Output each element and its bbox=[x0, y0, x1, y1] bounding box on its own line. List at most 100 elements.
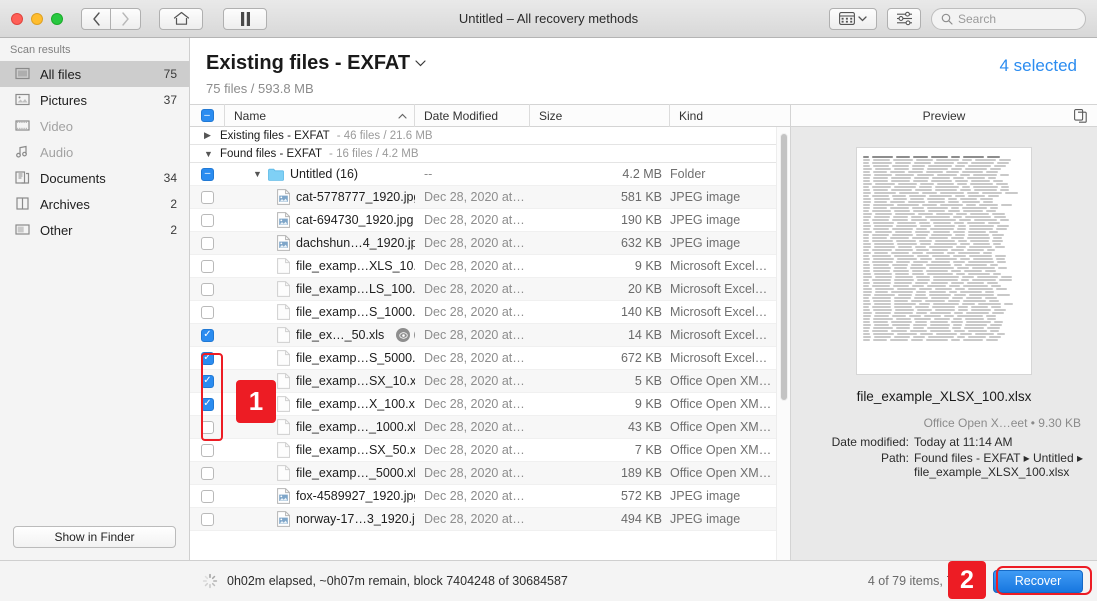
forward-button[interactable] bbox=[111, 8, 141, 30]
row-checkbox-cell[interactable] bbox=[190, 439, 225, 461]
column-header-date-modified[interactable]: Date Modified bbox=[415, 104, 530, 127]
select-all-header-cell[interactable]: – bbox=[190, 104, 225, 127]
search-field[interactable]: Search bbox=[931, 8, 1086, 30]
sidebar-item-video[interactable]: Video bbox=[0, 113, 189, 139]
table-row[interactable]: cat-5778777_1920.jpg Dec 28, 2020 at… 581 … bbox=[190, 186, 790, 209]
thumbnail-cell bbox=[894, 255, 913, 257]
copy-button[interactable] bbox=[1074, 109, 1087, 126]
group-row-existing-files[interactable]: ▶ Existing files - EXFAT - 46 files / 21.6… bbox=[190, 127, 790, 145]
row-checkbox[interactable] bbox=[201, 467, 214, 480]
sidebar-item-audio[interactable]: Audio bbox=[0, 139, 189, 165]
column-header-name[interactable]: Name bbox=[225, 104, 415, 127]
row-name-cell[interactable]: cat-694730_1920.jpg bbox=[225, 209, 415, 231]
row-checkbox-cell[interactable]: ✓ bbox=[190, 324, 225, 346]
sidebar-item-pictures[interactable]: Pictures 37 bbox=[0, 87, 189, 113]
row-checkbox[interactable] bbox=[201, 260, 214, 273]
thumbnail-cell bbox=[1000, 174, 1009, 176]
thumbnail-cell bbox=[895, 162, 911, 164]
table-row[interactable]: ✓file_examp…X_100.xlsxDec 28, 2020 at…9 … bbox=[190, 393, 790, 416]
sidebar-item-archives[interactable]: Archives 2 bbox=[0, 191, 189, 217]
row-checkbox-cell[interactable] bbox=[190, 186, 225, 208]
table-row[interactable]: file_examp…LS_100.xls Dec 28, 2020 at… 20 … bbox=[190, 278, 790, 301]
row-checkbox[interactable] bbox=[201, 513, 214, 526]
table-row[interactable]: fox-4589927_1920.jpg Dec 28, 2020 at… 572 … bbox=[190, 485, 790, 508]
disclosure-triangle-icon[interactable]: ▼ bbox=[204, 149, 213, 159]
disclosure-triangle-icon[interactable]: ▶ bbox=[204, 130, 213, 141]
column-header-kind[interactable]: Kind bbox=[670, 104, 790, 127]
back-button[interactable] bbox=[81, 8, 111, 30]
row-checkbox[interactable] bbox=[201, 306, 214, 319]
row-checkbox[interactable]: ✓ bbox=[201, 329, 214, 342]
row-checkbox-cell[interactable]: – bbox=[190, 163, 225, 185]
table-row[interactable]: file_examp…XLS_10.xls Dec 28, 2020 at… 9 K… bbox=[190, 255, 790, 278]
row-checkbox-cell[interactable] bbox=[190, 278, 225, 300]
row-name-cell[interactable]: file_examp…XLS_10.xls bbox=[225, 255, 415, 277]
eye-icon[interactable] bbox=[396, 328, 410, 342]
table-row[interactable]: ✓ file_ex…_50.xls Dec 28, 2020 at… 14 KB Mic… bbox=[190, 324, 790, 347]
row-checkbox-cell[interactable] bbox=[190, 255, 225, 277]
scrollbar-thumb[interactable] bbox=[780, 133, 788, 401]
view-mode-button[interactable] bbox=[829, 8, 877, 30]
thumbnail-cell bbox=[914, 177, 929, 179]
row-checkbox-cell[interactable] bbox=[190, 232, 225, 254]
row-checkbox-cell[interactable] bbox=[190, 485, 225, 507]
row-checkbox[interactable] bbox=[201, 237, 214, 250]
thumbnail-cell bbox=[912, 168, 924, 170]
pause-scan-button[interactable] bbox=[223, 8, 267, 30]
filter-settings-button[interactable] bbox=[887, 8, 921, 30]
row-action-buttons[interactable] bbox=[396, 328, 415, 342]
row-name-cell[interactable]: file_examp…_5000.xlsx bbox=[225, 462, 415, 484]
table-row[interactable]: norway-17…3_1920.jpg Dec 28, 2020 at… 494 … bbox=[190, 508, 790, 531]
minimize-window-button[interactable] bbox=[31, 13, 43, 25]
sidebar-item-other[interactable]: Other 2 bbox=[0, 217, 189, 243]
row-name-cell[interactable]: norway-17…3_1920.jpg bbox=[225, 508, 415, 530]
row-checkbox-cell[interactable] bbox=[190, 209, 225, 231]
disclosure-triangle-icon[interactable]: ▼ bbox=[253, 169, 262, 179]
row-name-cell[interactable]: file_examp…S_5000.xls bbox=[225, 347, 415, 369]
preview-panel: Preview file_example_XLSX_100.xlsx Offic… bbox=[790, 104, 1097, 560]
row-name-cell[interactable]: file_examp…LS_100.xls bbox=[225, 278, 415, 300]
row-checkbox-cell[interactable] bbox=[190, 301, 225, 323]
table-row[interactable]: – ▼ Untitled (16) -- 4.2 MB Folder bbox=[190, 163, 790, 186]
row-checkbox[interactable] bbox=[201, 444, 214, 457]
table-row[interactable]: cat-694730_1920.jpg Dec 28, 2020 at… 190 K… bbox=[190, 209, 790, 232]
row-name-cell[interactable]: fox-4589927_1920.jpg bbox=[225, 485, 415, 507]
thumbnail-cell bbox=[863, 207, 870, 209]
table-row[interactable]: ✓file_examp…S_5000.xlsDec 28, 2020 at…67… bbox=[190, 347, 790, 370]
vertical-scrollbar[interactable] bbox=[776, 127, 790, 560]
table-row[interactable]: file_examp…S_1000.xls Dec 28, 2020 at… 140… bbox=[190, 301, 790, 324]
row-name-cell[interactable]: file_examp…SX_50.xlsx bbox=[225, 439, 415, 461]
close-window-button[interactable] bbox=[11, 13, 23, 25]
row-checkbox[interactable] bbox=[201, 490, 214, 503]
row-checkbox-cell[interactable] bbox=[190, 462, 225, 484]
thumbnail-cell bbox=[935, 309, 955, 311]
row-checkbox[interactable] bbox=[201, 283, 214, 296]
row-checkbox[interactable]: – bbox=[201, 168, 214, 181]
page-title-row[interactable]: Existing files - EXFAT bbox=[206, 52, 1000, 75]
row-checkbox[interactable] bbox=[201, 191, 214, 204]
table-row[interactable]: file_examp…_1000.xlsx Dec 28, 2020 at… 43 … bbox=[190, 416, 790, 439]
table-row[interactable]: file_examp…_5000.xlsx Dec 28, 2020 at… 189… bbox=[190, 462, 790, 485]
group-row-found-files[interactable]: ▼ Found files - EXFAT - 16 files / 4.2 MB bbox=[190, 145, 790, 163]
zoom-window-button[interactable] bbox=[51, 13, 63, 25]
thumbnail-row bbox=[863, 183, 1025, 185]
home-button[interactable] bbox=[159, 8, 203, 30]
chevron-down-icon[interactable] bbox=[415, 60, 426, 67]
row-name-cell[interactable]: ▼ Untitled (16) bbox=[225, 163, 415, 185]
preview-thumbnail[interactable] bbox=[856, 147, 1032, 375]
column-header-size[interactable]: Size bbox=[530, 104, 670, 127]
table-row[interactable]: ✓file_examp…SX_10.xlsxDec 28, 2020 at…5 … bbox=[190, 370, 790, 393]
row-name-cell[interactable]: cat-5778777_1920.jpg bbox=[225, 186, 415, 208]
show-in-finder-button[interactable]: Show in Finder bbox=[13, 526, 176, 548]
row-name-cell[interactable]: file_examp…S_1000.xls bbox=[225, 301, 415, 323]
row-checkbox-cell[interactable] bbox=[190, 508, 225, 530]
select-all-checkbox[interactable]: – bbox=[201, 109, 214, 122]
sidebar-item-all-files[interactable]: All files 75 bbox=[0, 61, 189, 87]
table-row[interactable]: dachshun…4_1920.jpg Dec 28, 2020 at… 632 K… bbox=[190, 232, 790, 255]
sidebar-item-documents[interactable]: Documents 34 bbox=[0, 165, 189, 191]
row-checkbox[interactable] bbox=[201, 214, 214, 227]
annotation-highlight-recover bbox=[996, 566, 1092, 595]
table-row[interactable]: file_examp…SX_50.xlsx Dec 28, 2020 at… 7 K… bbox=[190, 439, 790, 462]
row-name-cell[interactable]: file_ex…_50.xls bbox=[225, 324, 415, 346]
row-name-cell[interactable]: dachshun…4_1920.jpg bbox=[225, 232, 415, 254]
